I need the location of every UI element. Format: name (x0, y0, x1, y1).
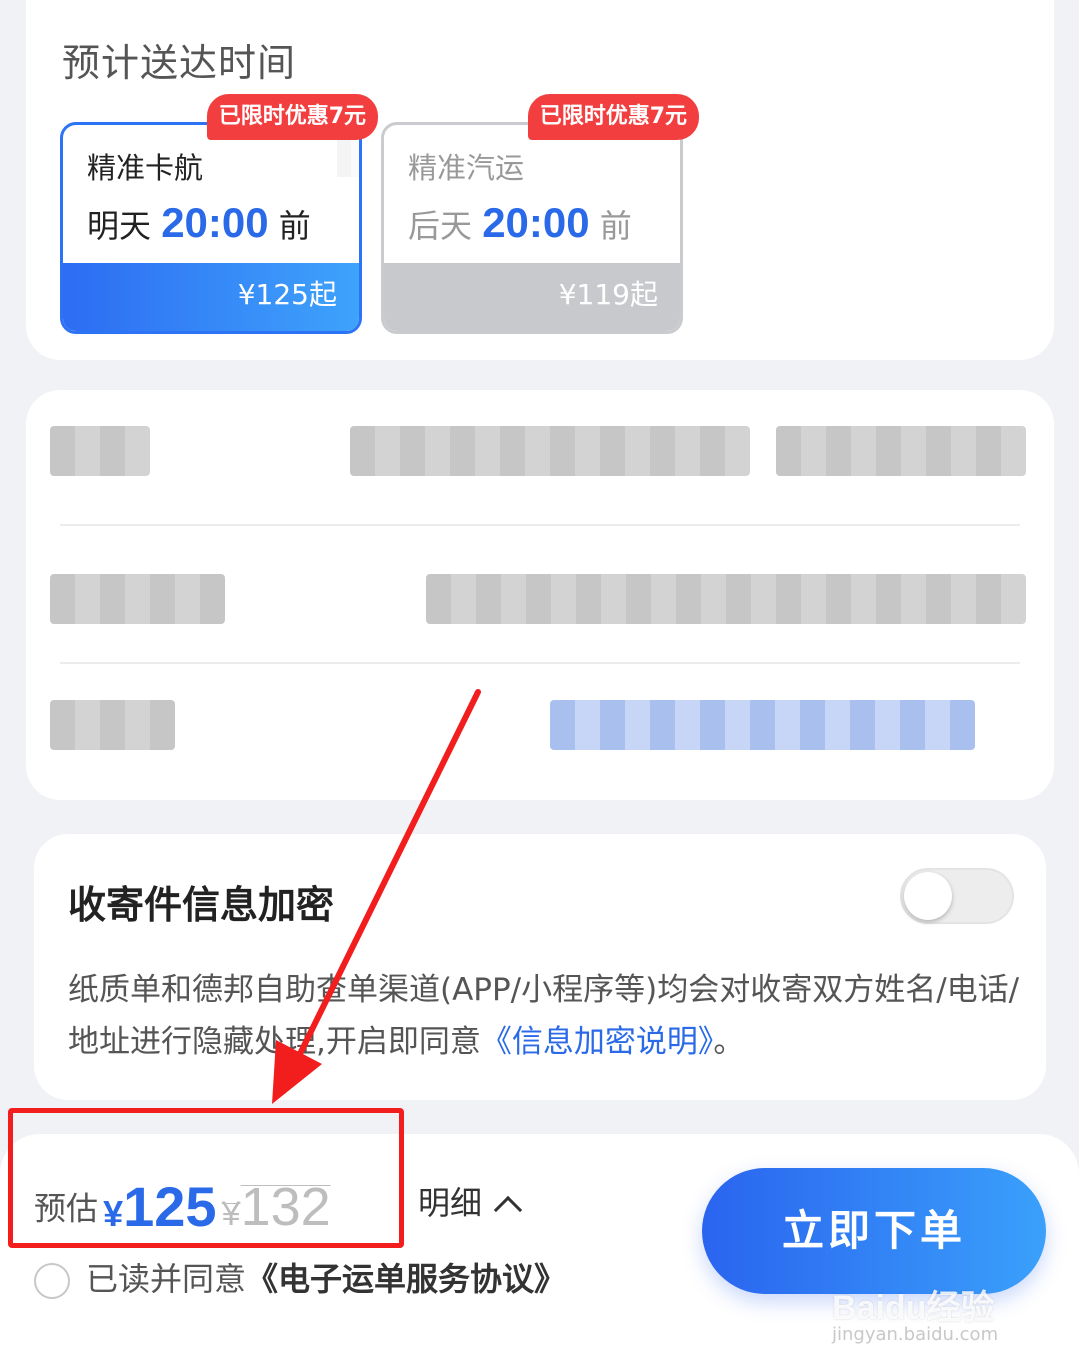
blurred-text (350, 426, 750, 476)
annotation-highlight-box (8, 1108, 404, 1248)
promo-badge: 已限时优惠7元 (206, 94, 378, 140)
price-detail-button[interactable]: 明细 (418, 1178, 523, 1225)
blurred-text (50, 700, 175, 750)
agree-radio[interactable] (34, 1263, 70, 1299)
chevron-up-icon (493, 1195, 523, 1225)
promo-badge: 已限时优惠7元 (527, 94, 699, 140)
encryption-policy-link[interactable]: 《信息加密说明》 (481, 1024, 714, 1060)
blurred-text (776, 426, 1026, 476)
encryption-card: 收寄件信息加密 纸质单和德邦自助查单渠道(APP/小程序等)均会对收寄双方姓名/… (34, 834, 1046, 1100)
encryption-title: 收寄件信息加密 (68, 883, 335, 927)
encryption-description: 纸质单和德邦自助查单渠道(APP/小程序等)均会对收寄双方姓名/电话/地址进行隐… (68, 972, 1020, 1060)
option-price: ¥125起 (63, 263, 359, 331)
divider (60, 662, 1020, 664)
option-precise-truck[interactable]: 精准汽运 后天 20:00 前 ¥119起 已限时优惠7元 (381, 94, 699, 334)
blurred-text (50, 426, 150, 476)
option-eta: 后天 20:00 前 (408, 199, 632, 246)
option-price: ¥119起 (384, 263, 680, 331)
delivery-section-title: 预计送达时间 (62, 41, 297, 85)
blurred-mark (337, 137, 359, 177)
option-precise-air[interactable]: 精准卡航 明天 20:00 前 ¥125起 已限时优惠7元 (60, 94, 378, 334)
blurred-link (550, 700, 975, 750)
encryption-toggle[interactable] (900, 868, 1014, 924)
toggle-knob (904, 872, 952, 920)
option-name: 精准卡航 (87, 151, 204, 185)
baidu-watermark: Baidu经验 jingyan.baidu.com (832, 1289, 999, 1345)
agreement-row: 已读并同意《电子运单服务协议》 (34, 1254, 566, 1300)
blurred-info-card (26, 390, 1054, 800)
blurred-text (426, 574, 1026, 624)
option-name: 精准汽运 (408, 151, 525, 185)
service-agreement-link[interactable]: 《电子运单服务协议》 (246, 1260, 566, 1298)
blurred-text (50, 574, 225, 624)
option-eta: 明天 20:00 前 (87, 199, 311, 246)
divider (60, 524, 1020, 526)
